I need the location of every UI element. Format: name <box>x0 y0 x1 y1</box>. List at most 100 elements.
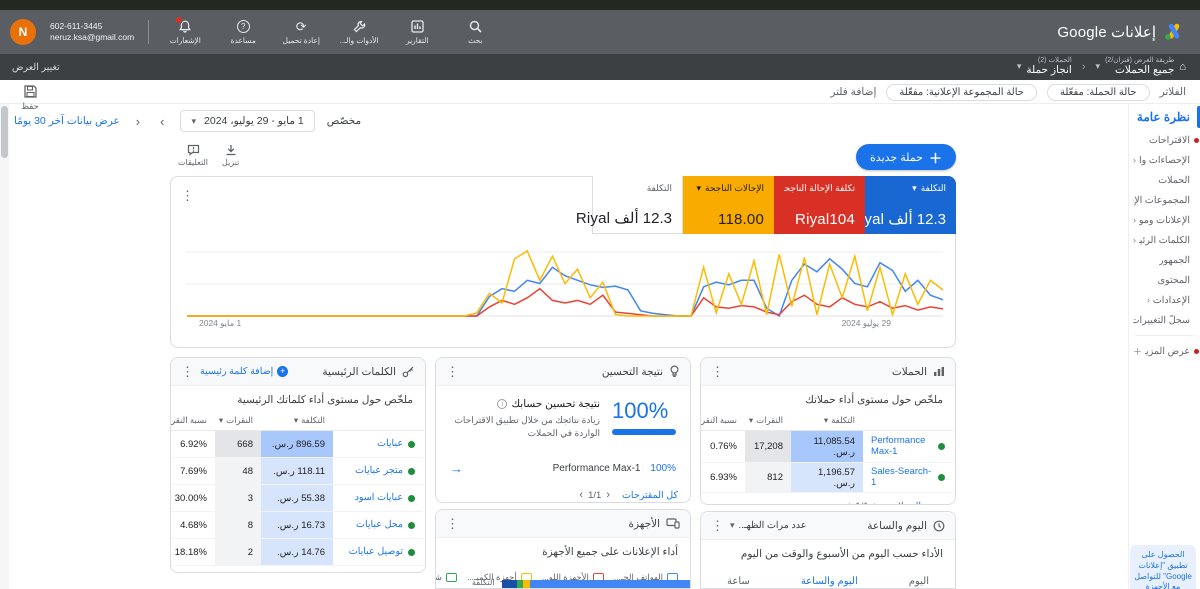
feedback-icon <box>187 144 199 156</box>
performance-chart-plot[interactable]: 1 مايو 2024 29 يوليو 2024 <box>187 247 944 331</box>
column-header-ctr[interactable]: نسبة النقر إلى الـ..▾ <box>171 410 215 431</box>
metric-chip-unselected[interactable]: التكلفة 12.3 ألف Riyal <box>576 176 683 234</box>
campaign-score-row[interactable]: 100% Performance Max-1 → <box>436 445 690 482</box>
keyword-row-ctr: 7.69% <box>171 458 215 485</box>
keyword-row-cost: 118.11 ر.س. <box>261 458 333 485</box>
sidebar-item-overview[interactable]: نظرة عامة <box>1129 104 1200 130</box>
refresh-icon: ⟳ <box>295 19 307 34</box>
date-range-dropdown[interactable]: 1 مايو - 29 يوليو، 2024 ▾ <box>180 110 315 132</box>
next-page-icon[interactable]: › <box>606 489 610 501</box>
sidebar-item-audiences[interactable]: الجمهور <box>1129 250 1200 270</box>
sidebar-item-insights-reports[interactable]: الإحصاءات والتقارير ‹ <box>1129 150 1200 170</box>
scrollbar-thumb[interactable] <box>1 106 8 158</box>
chart-card-menu-button[interactable]: ⋮ <box>181 189 194 202</box>
campaigns-card-menu-button[interactable]: ⋮ <box>711 365 724 378</box>
mobile-app-promo[interactable]: الحصول على تطبيق "إعلانات Google" للتواص… <box>1130 545 1196 589</box>
header-toolbar: بحث التقارير الأدوات والـ.. ⟳ إعادة تحمي… <box>10 10 497 54</box>
filter-chip-campaign-status[interactable]: حالة الحملة: مفعّلة <box>1046 83 1150 101</box>
date-prev-button[interactable]: ‹ <box>132 114 144 129</box>
tools-settings-button[interactable]: الأدوات والـ.. <box>337 19 381 45</box>
chevron-down-icon: ▾ <box>748 415 754 425</box>
add-circle-icon: + <box>277 366 289 377</box>
sidebar-item-recommendations[interactable]: الاقتراحات <box>1129 130 1200 150</box>
tab-hour[interactable]: ساعة <box>727 576 750 588</box>
devices-card-menu-button[interactable]: ⋮ <box>446 517 459 530</box>
sidebar-item-ad-groups[interactable]: المجموعات الإعلانية <box>1129 190 1200 210</box>
view-selector-value: جميع الحملات <box>1114 64 1175 77</box>
prev-page-icon[interactable]: ‹ <box>847 500 851 504</box>
change-view-button[interactable]: تغيير العرض <box>12 54 60 80</box>
reports-button[interactable]: التقارير <box>395 19 439 45</box>
filter-chip-adgroup-status[interactable]: حالة المجموعة الإعلانية: مفعّلة <box>886 83 1037 101</box>
metric-chip-cost[interactable]: التكلفة ▾ 12.3 ألف Riyal <box>850 176 956 234</box>
campaign-link[interactable]: Sales-Search-1 <box>871 466 933 489</box>
sidebar-item-campaigns[interactable]: الحملات <box>1129 170 1200 190</box>
day-hour-card-menu-button[interactable]: ⋮ <box>711 519 724 532</box>
add-filter-button[interactable]: إضافة فلتر <box>830 86 876 98</box>
day-hour-tabs: اليوم اليوم والساعة ساعة <box>701 564 955 588</box>
search-button[interactable]: بحث <box>453 19 497 45</box>
next-page-icon[interactable]: › <box>874 500 878 504</box>
download-icon <box>226 145 236 156</box>
status-enabled-icon <box>938 443 945 450</box>
notifications-button[interactable]: الإشعارات <box>163 16 207 45</box>
status-enabled-icon <box>408 440 415 448</box>
avatar[interactable]: N <box>10 19 36 45</box>
sidebar-item-settings[interactable]: الإعدادات ‹ <box>1129 290 1200 310</box>
all-recommendations-link[interactable]: كل المقترحات <box>622 490 678 501</box>
metric-chip-cost-per-conversion[interactable]: تكلفة الإحالة الناجحة▾ Riyal104 <box>774 176 865 234</box>
keyword-link[interactable]: توصيل عبايات <box>349 546 403 558</box>
column-header-ctr[interactable]: نسبة النقر إلى الـ..▾ <box>701 410 745 431</box>
sidebar-item-ads-assets[interactable]: الإعلانات ومواد العرض ‹ <box>1129 210 1200 230</box>
devices-icon <box>666 518 680 529</box>
campaign-row-clicks: 17,208 <box>745 431 791 463</box>
keyword-link[interactable]: متجر عبايات <box>355 465 403 477</box>
keyword-link[interactable]: محل عبايات <box>356 519 403 531</box>
download-button[interactable]: تنزيل <box>222 144 239 167</box>
day-hour-metric-dropdown[interactable]: عدد مرات الظهـ.. ▾ <box>730 520 806 531</box>
column-header-clicks[interactable]: النقرات ▾ <box>745 410 791 431</box>
column-header-clicks[interactable]: النقرات ▾ <box>215 410 261 431</box>
google-ads-logo-icon <box>1165 23 1180 40</box>
go-to-campaign-arrow-icon[interactable]: → <box>450 461 463 476</box>
keyword-row-clicks: 2 <box>215 539 261 566</box>
view-selector[interactable]: ⌂ طريقة العرض (قتزان/2) جميع الحملات ▾ <box>1096 57 1186 76</box>
score-description: زيادة نتائجك من خلال تطبيق الاقتراحات ال… <box>454 415 600 438</box>
keywords-card-subtitle: ملخّص حول مستوى أداء كلماتك الرئيسية <box>237 394 413 406</box>
vertical-scrollbar[interactable] <box>0 104 9 589</box>
column-header-cost[interactable]: التكلفة ▾ <box>791 410 863 431</box>
day-hour-card-title: اليوم والساعة <box>867 519 927 532</box>
all-campaigns-link[interactable]: جميع الحملات <box>889 501 943 505</box>
tab-day-and-hour[interactable]: اليوم والساعة <box>801 576 858 588</box>
prev-page-icon[interactable]: ‹ <box>579 489 583 501</box>
optimization-card-menu-button[interactable]: ⋮ <box>446 365 459 378</box>
tab-day[interactable]: اليوم <box>909 576 929 588</box>
feedback-button[interactable]: التعليقات <box>178 144 208 167</box>
campaigns-pagination: ‹ 1/1 › <box>847 500 878 504</box>
keyword-row-cost: 14.76 ر.س. <box>261 539 333 566</box>
campaign-selector[interactable]: الحملات (2) انجاز حملة ▾ <box>1017 57 1072 76</box>
keyword-link[interactable]: عبايات اسود <box>355 492 403 504</box>
date-next-button[interactable]: › <box>156 114 168 129</box>
sidebar-item-content[interactable]: المحتوى <box>1129 270 1200 290</box>
add-keyword-button[interactable]: + إضافة كلمة رئيسية <box>200 366 289 377</box>
sidebar-item-change-history[interactable]: سجلّ التغييرات <box>1129 310 1200 330</box>
column-header-cost[interactable]: التكلفة ▾ <box>261 410 333 431</box>
sidebar-item-show-more[interactable]: عرض المزيد ＋ <box>1129 341 1200 361</box>
show-last-30-days-link[interactable]: عرض بيانات آخر 30 يومًا <box>14 115 120 127</box>
help-button[interactable]: ? مساعدة <box>221 19 265 45</box>
campaign-link[interactable]: Performance Max-1 <box>871 435 933 458</box>
metric-chip-conversions[interactable]: الإحالات الناجحة ▾ 118.00 <box>683 176 774 234</box>
info-icon[interactable]: i <box>497 399 508 409</box>
refresh-button[interactable]: ⟳ إعادة تحميل <box>279 19 323 45</box>
account-info[interactable]: 602-611-3445 neruz.ksa@gmail.com <box>50 21 134 42</box>
new-campaign-button[interactable]: ＋ حملة جديدة <box>856 144 956 170</box>
campaigns-card-header: الحملات ⋮ <box>701 358 955 386</box>
keyword-link[interactable]: عبايات <box>377 438 403 450</box>
keyword-row-name: عبايات اسود <box>333 485 423 512</box>
campaign-row-name: Sales-Search-1 <box>863 463 953 493</box>
sidebar-item-keywords[interactable]: الكلمات الرئيسية ‹ <box>1129 230 1200 250</box>
keyword-row-cost: 896.59 ر.س. <box>261 431 333 458</box>
score-label: نتيجة تحسين حسابك <box>511 398 600 410</box>
keywords-card-menu-button[interactable]: ⋮ <box>181 365 194 378</box>
